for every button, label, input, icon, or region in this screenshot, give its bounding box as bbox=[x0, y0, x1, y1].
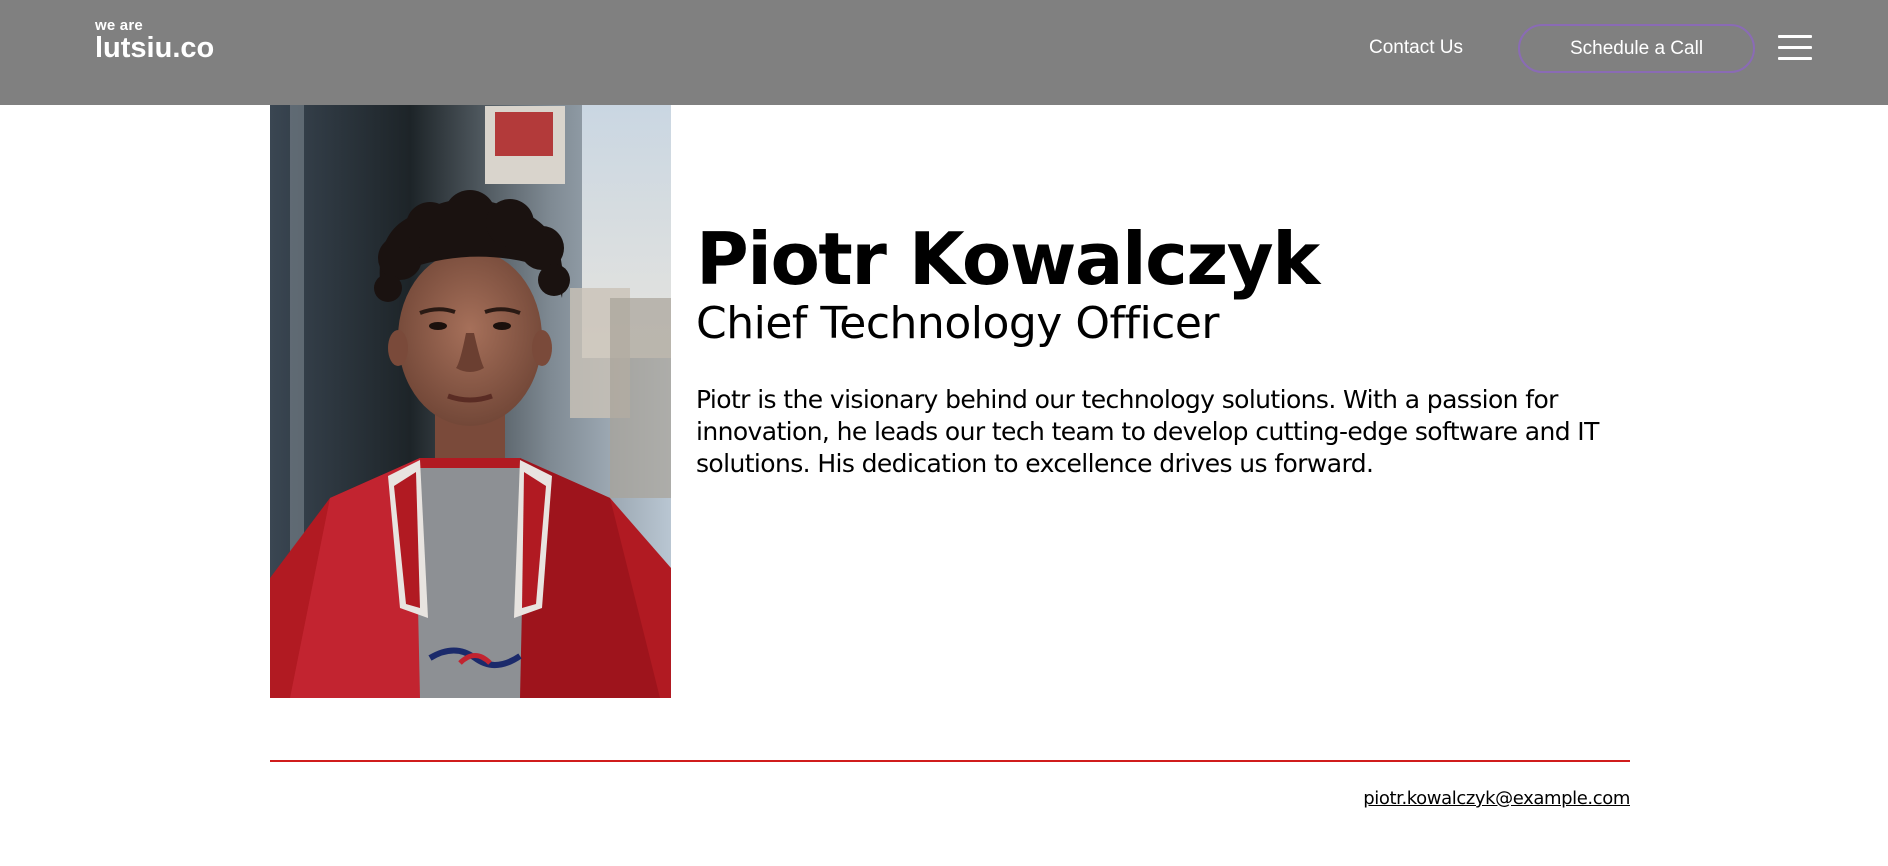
schedule-call-button[interactable]: Schedule a Call bbox=[1518, 24, 1755, 73]
profile-photo bbox=[270, 98, 671, 698]
menu-bar bbox=[1778, 46, 1812, 49]
logo-tagline: we are bbox=[95, 17, 143, 34]
profile-name: Piotr Kowalczyk bbox=[696, 217, 1320, 301]
profile-details: Piotr Kowalczyk Chief Technology Officer… bbox=[696, 217, 1636, 480]
hamburger-icon[interactable] bbox=[1778, 35, 1812, 61]
profile-bio: Piotr is the visionary behind our techno… bbox=[696, 384, 1599, 478]
contact-us-link[interactable]: Contact Us bbox=[1369, 37, 1463, 59]
logo-wordmark: lutsiu.co bbox=[95, 32, 215, 64]
email-link[interactable]: piotr.kowalczyk@example.com bbox=[1363, 788, 1630, 809]
menu-bar bbox=[1778, 35, 1812, 38]
site-header: we are lutsiu.co Contact Us Schedule a C… bbox=[0, 0, 1888, 105]
section-divider bbox=[270, 760, 1630, 762]
profile-role: Chief Technology Officer bbox=[696, 297, 1220, 349]
menu-bar bbox=[1778, 57, 1812, 60]
site-logo[interactable]: we are lutsiu.co bbox=[95, 18, 214, 63]
